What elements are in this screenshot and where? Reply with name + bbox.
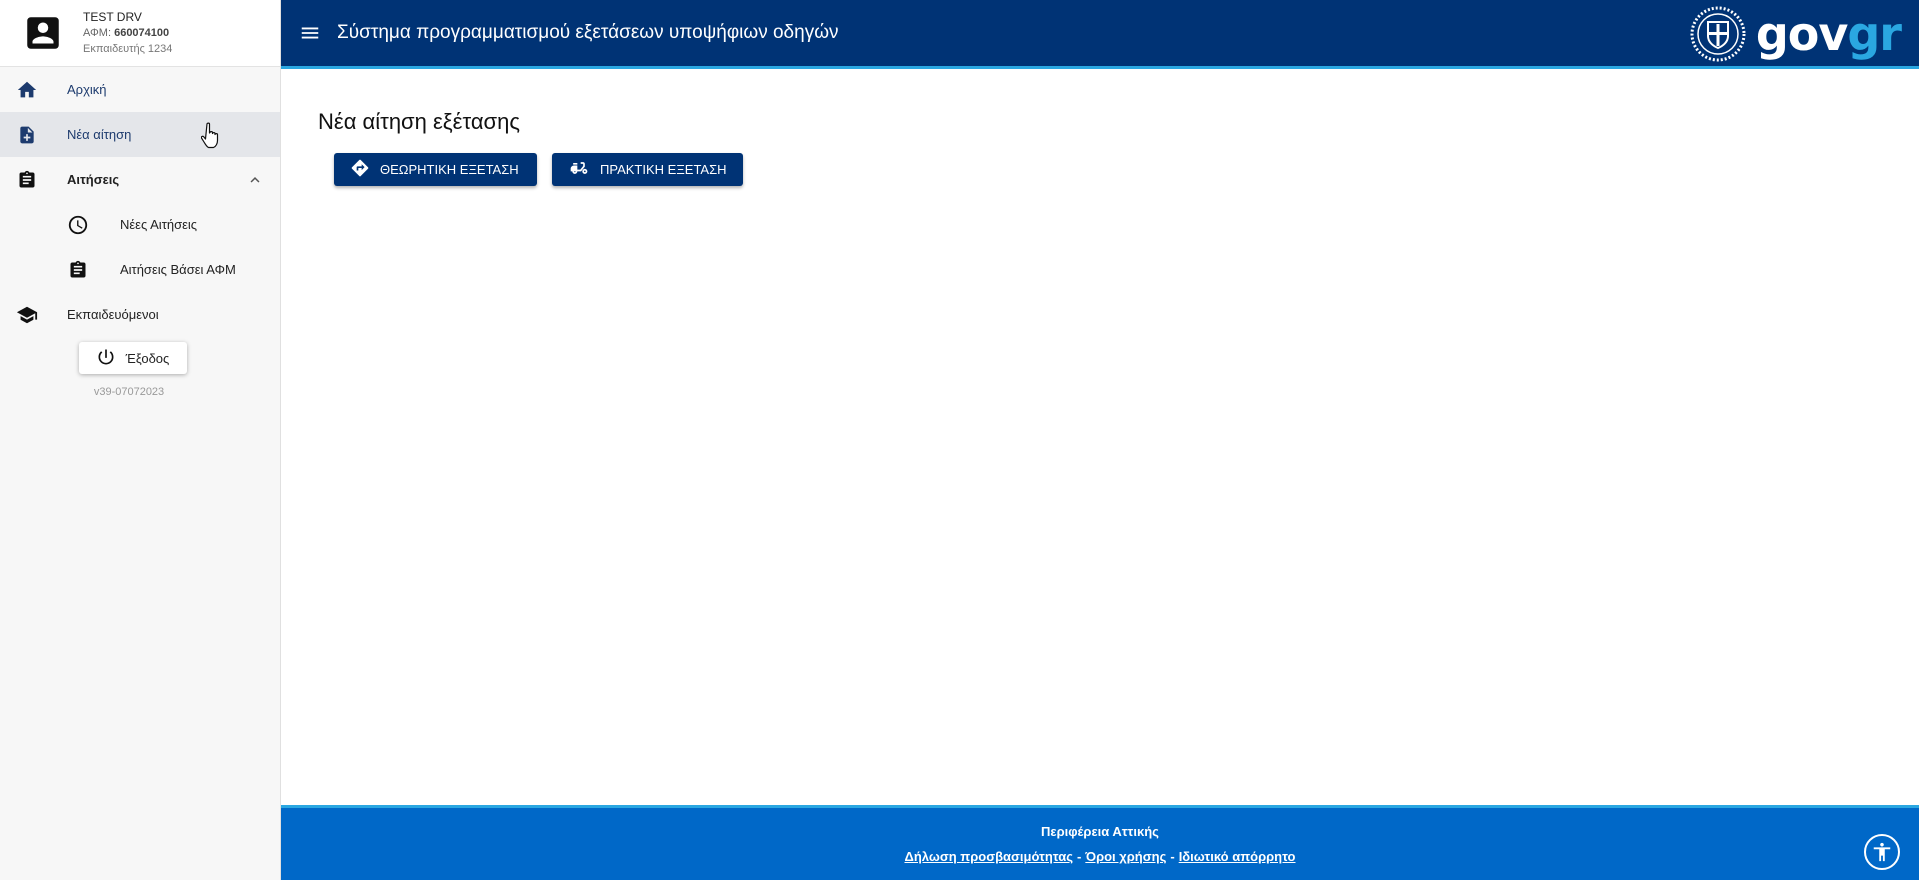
main-content: Νέα αίτηση εξέτασης ΘΕΩΡΗΤΙΚΗ ΕΞΕΤΑΣΗ ΠΡ… bbox=[281, 69, 1919, 805]
user-afm-label: ΑΦΜ: bbox=[83, 27, 112, 39]
account-box-icon bbox=[22, 12, 64, 54]
exam-type-buttons: ΘΕΩΡΗΤΙΚΗ ΕΞΕΤΑΣΗ ΠΡΑΚΤΙΚΗ ΕΞΕΤΑΣΗ bbox=[334, 153, 743, 186]
sidebar-item-label: Εκπαιδευόμενοι bbox=[67, 307, 159, 322]
moped-icon bbox=[568, 158, 590, 181]
footer-separator: - bbox=[1077, 849, 1082, 864]
sidebar-item-label: Αιτήσεις bbox=[67, 172, 120, 187]
footer: Περιφέρεια Αττικής Δήλωση προσβασιμότητα… bbox=[281, 805, 1919, 880]
directions-icon bbox=[350, 158, 370, 181]
sidebar: TEST DRV ΑΦΜ: 660074100 Εκπαιδευτής 1234… bbox=[0, 0, 281, 880]
clipboard-icon bbox=[67, 259, 89, 281]
govgr-logo[interactable]: govgr bbox=[1690, 4, 1902, 64]
menu-icon[interactable] bbox=[297, 20, 323, 46]
user-role: Εκπαιδευτής 1234 bbox=[83, 43, 173, 55]
greek-emblem-icon bbox=[1690, 6, 1746, 62]
version-label: v39-07072023 bbox=[93, 386, 165, 398]
app-title: Σύστημα προγραμματισμού εξετάσεων υποψήφ… bbox=[337, 22, 839, 43]
practical-exam-label: ΠΡΑΚΤΙΚΗ ΕΞΕΤΑΣΗ bbox=[600, 162, 727, 177]
theory-exam-button[interactable]: ΘΕΩΡΗΤΙΚΗ ΕΞΕΤΑΣΗ bbox=[334, 153, 537, 186]
user-afm: ΑΦΜ: 660074100 bbox=[83, 25, 172, 41]
theory-exam-label: ΘΕΩΡΗΤΙΚΗ ΕΞΕΤΑΣΗ bbox=[380, 162, 519, 177]
terms-of-use-link[interactable]: Όροι χρήσης bbox=[1085, 849, 1166, 864]
footer-separator: - bbox=[1170, 849, 1175, 864]
power-icon bbox=[96, 347, 116, 370]
logout-wrap: Έξοδος bbox=[0, 342, 280, 374]
accessibility-button[interactable] bbox=[1864, 834, 1900, 870]
logo-gov: gov bbox=[1755, 7, 1849, 61]
accessibility-statement-link[interactable]: Δήλωση προσβασιμότητας bbox=[904, 849, 1073, 864]
sidebar-item-label: Νέες Αιτήσεις bbox=[120, 217, 198, 232]
sidebar-item-label: Αιτήσεις Βάσει ΑΦΜ bbox=[120, 262, 236, 277]
chevron-up-icon[interactable] bbox=[246, 171, 264, 189]
user-name: TEST DRV bbox=[83, 10, 142, 24]
accessibility-icon bbox=[1873, 842, 1891, 862]
footer-links: Δήλωση προσβασιμότητας - Όροι χρήσης - Ιδιωτ… bbox=[281, 849, 1919, 864]
sidebar-item-label: Νέα αίτηση bbox=[67, 127, 132, 142]
note-add-icon bbox=[16, 124, 38, 146]
logout-label: Έξοδος bbox=[125, 350, 170, 366]
clock-icon bbox=[67, 214, 89, 236]
home-icon bbox=[16, 79, 38, 101]
page-title: Νέα αίτηση εξέτασης bbox=[318, 109, 520, 134]
sidebar-item-label: Αρχική bbox=[67, 82, 107, 97]
logo-gr: gr bbox=[1847, 7, 1902, 61]
privacy-link[interactable]: Ιδιωτικό απόρρητο bbox=[1179, 849, 1296, 864]
logout-button[interactable]: Έξοδος bbox=[78, 342, 187, 374]
app-header: Σύστημα προγραμματισμού εξετάσεων υποψήφ… bbox=[281, 0, 1919, 69]
clipboard-icon bbox=[16, 169, 38, 191]
practical-exam-button[interactable]: ΠΡΑΚΤΙΚΗ ΕΞΕΤΑΣΗ bbox=[552, 153, 743, 186]
sidebar-item-home[interactable]: Αρχική bbox=[0, 67, 280, 112]
sidebar-item-applications[interactable]: Αιτήσεις bbox=[0, 157, 280, 202]
sidebar-item-new-application[interactable]: Νέα αίτηση bbox=[0, 112, 280, 157]
school-icon bbox=[16, 304, 38, 326]
sidebar-item-applications-by-afm[interactable]: Αιτήσεις Βάσει ΑΦΜ bbox=[0, 247, 280, 292]
user-afm-value: 660074100 bbox=[114, 27, 170, 39]
govgr-wordmark: govgr bbox=[1756, 11, 1902, 57]
user-card: TEST DRV ΑΦΜ: 660074100 Εκπαιδευτής 1234 bbox=[0, 0, 280, 67]
user-info: TEST DRV ΑΦΜ: 660074100 Εκπαιδευτής 1234 bbox=[83, 9, 172, 57]
footer-region: Περιφέρεια Αττικής bbox=[1041, 824, 1159, 839]
sidebar-item-new-applications[interactable]: Νέες Αιτήσεις bbox=[0, 202, 280, 247]
sidebar-item-trainees[interactable]: Εκπαιδευόμενοι bbox=[0, 292, 280, 337]
